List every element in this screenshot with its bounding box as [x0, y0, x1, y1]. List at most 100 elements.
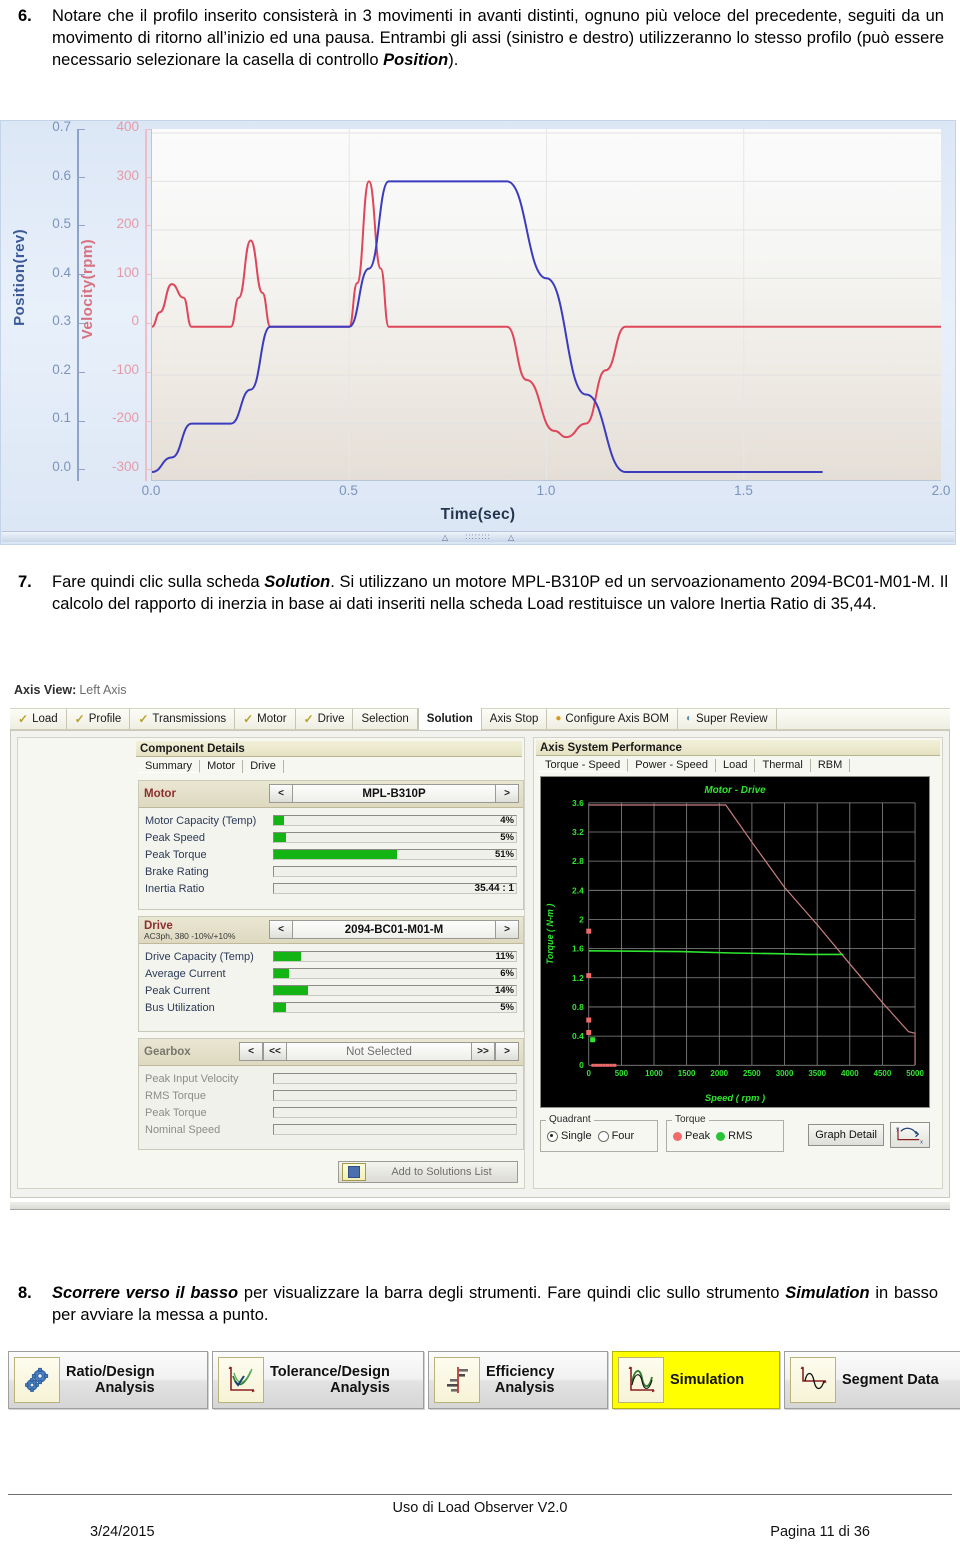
step-text: Scorrere verso il basso per visualizzare… [52, 1283, 938, 1327]
tab-transmissions[interactable]: ✓ Transmissions [130, 709, 236, 729]
svg-text:3.2: 3.2 [572, 827, 584, 837]
ts-marker-peak [598, 1063, 603, 1067]
step-text: Notare che il profilo inserito consister… [52, 6, 944, 72]
peak-torque-bar: 51% [273, 849, 517, 860]
row-label: Brake Rating [145, 865, 209, 878]
row-label: Nominal Speed [145, 1123, 221, 1136]
check-icon: ✓ [74, 712, 85, 726]
ts-marker-peak [586, 1017, 592, 1023]
motor-group-header: Motor < MPL-B310P > [139, 781, 523, 808]
tool-efficiency-analysis[interactable]: Efficiency Analysis [428, 1351, 608, 1409]
velocity-axis-line [145, 129, 153, 481]
motor-selected-value[interactable]: MPL-B310P [293, 784, 495, 803]
segment-icon [790, 1357, 836, 1403]
subtab-rbm[interactable]: RBM [811, 759, 851, 772]
radio-quadrant-four[interactable]: Four [597, 1130, 635, 1142]
add-to-solutions-list-button[interactable]: Add to Solutions List [338, 1161, 518, 1183]
figure-splitter-bar[interactable]: △ :::::::: △ [2, 531, 954, 542]
motor-next-button[interactable]: > [495, 784, 519, 803]
drive-prev-button[interactable]: < [269, 920, 293, 939]
tool-ratio-design-analysis[interactable]: Ratio/Design Analysis [8, 1351, 208, 1409]
motor-row: Brake Rating [145, 863, 517, 880]
row-value: 6% [500, 968, 514, 979]
tab-solution[interactable]: Solution [417, 708, 482, 730]
instruction-step-6: 6. Notare che il profilo inserito consis… [18, 6, 944, 72]
graph-detail-button[interactable]: Graph Detail [808, 1124, 884, 1146]
tab-drive[interactable]: ✓ Drive [296, 709, 354, 729]
subtab-drive[interactable]: Drive [243, 760, 284, 773]
gearbox-first-button[interactable]: << [263, 1042, 287, 1061]
torque-speed-chart: Motor - Drive 0 0.4 0.8 1.2 1.6 2 2.4 2.8 3.2 3.6 0… [540, 776, 930, 1108]
time-tick: 0.0 [141, 483, 161, 498]
gearbox-selected-value[interactable]: Not Selected [287, 1042, 471, 1061]
tab-profile[interactable]: ✓ Profile [67, 709, 131, 729]
legend-peak: Peak [673, 1130, 710, 1142]
axis-view-label: Axis View: Left Axis [14, 683, 127, 697]
drive-selected-value[interactable]: 2094-BC01-M01-M [293, 920, 495, 939]
tab-motor[interactable]: ✓ Motor [235, 709, 296, 729]
position-axis-ticks: 0.7 0.6 0.5 0.4 0.3 0.2 0.1 0.0 [29, 119, 71, 509]
motor-row: Peak Torque 51% [145, 846, 517, 863]
subtab-power-speed[interactable]: Power - Speed [628, 759, 716, 772]
gearbox-rows: Peak Input Velocity RMS Torque Peak Torq… [139, 1066, 523, 1143]
radio-quadrant-single[interactable]: Single [547, 1130, 592, 1142]
pos-tick: 0.3 [52, 313, 71, 328]
row-label: Inertia Ratio [145, 882, 205, 895]
step6-text-part-2: ). [448, 50, 459, 69]
subtab-torque-speed[interactable]: Torque - Speed [538, 759, 629, 772]
footer-divider [8, 1494, 952, 1495]
gearbox-last-button[interactable]: >> [471, 1042, 495, 1061]
splitter-right-arrow-icon: △ [508, 533, 515, 542]
step8-keyword-scroll: Scorrere verso il basso [52, 1284, 239, 1302]
position-axis-line [77, 129, 85, 481]
drive-next-button[interactable]: > [495, 920, 519, 939]
motor-prev-button[interactable]: < [269, 784, 293, 803]
vel-tick: 400 [116, 119, 139, 134]
radio-label: Four [611, 1130, 635, 1142]
row-value: 51% [494, 849, 514, 860]
tab-axis-stop[interactable]: Axis Stop [482, 709, 548, 729]
rms-torque-bar [273, 1090, 517, 1101]
subtab-motor[interactable]: Motor [200, 760, 244, 773]
tab-super-review[interactable]: ◐ Super Review [678, 709, 777, 729]
subtab-load[interactable]: Load [716, 759, 756, 772]
brake-rating-bar [273, 866, 517, 877]
svg-text:0: 0 [587, 1069, 592, 1078]
peak-dot-icon [673, 1131, 682, 1141]
gearbox-group-header: Gearbox < << Not Selected >> > [139, 1039, 523, 1066]
drive-row: Drive Capacity (Temp) 11% [145, 948, 517, 965]
pos-tick: 0.7 [52, 119, 71, 134]
gearbox-row: RMS Torque [145, 1087, 517, 1104]
ts-marker-peak [586, 928, 592, 934]
subtab-summary[interactable]: Summary [138, 760, 201, 773]
tool-tolerance-design-analysis[interactable]: Tolerance/Design Analysis [212, 1351, 424, 1409]
tab-label: Axis Stop [489, 713, 539, 725]
gears-icon [14, 1357, 60, 1403]
drive-group-title: Drive AC3ph, 380 -10%/+10% [139, 920, 235, 941]
time-axis-label: Time(sec) [440, 506, 516, 523]
tab-label: Drive [317, 713, 345, 725]
torque-legend-fieldset: Torque Peak RMS [666, 1114, 784, 1152]
tab-selection[interactable]: Selection [353, 709, 418, 729]
gearbox-next-button[interactable]: > [495, 1042, 519, 1061]
svg-text:4000: 4000 [841, 1069, 859, 1078]
legend-rms: RMS [716, 1130, 753, 1142]
tab-configure-axis-bom[interactable]: ● Configure Axis BOM [547, 709, 678, 729]
velocity-axis-ticks: 400 300 200 100 0 -100 -200 -300 [97, 119, 139, 509]
ts-marker-peak [586, 1029, 592, 1035]
tool-simulation[interactable]: Simulation [612, 1351, 780, 1409]
axis-zoom-tool-button[interactable]: y x [890, 1122, 930, 1148]
tab-load[interactable]: ✓ Load [10, 709, 67, 729]
curve-chart-icon [218, 1357, 264, 1403]
gearbox-prev-button[interactable]: < [239, 1042, 263, 1061]
tool-segment-data[interactable]: Segment Data [784, 1351, 960, 1409]
ts-marker-peak [602, 1063, 606, 1067]
ts-marker-peak [609, 1063, 613, 1067]
footer-page-number: Pagina 11 di 36 [770, 1524, 870, 1540]
row-label: Drive Capacity (Temp) [145, 950, 254, 963]
save-icon [342, 1163, 366, 1181]
ts-marker-peak [605, 1063, 610, 1067]
step-text: Fare quindi clic sulla scheda Solution. … [52, 572, 948, 616]
subtab-thermal[interactable]: Thermal [755, 759, 811, 772]
svg-text:2.4: 2.4 [572, 885, 584, 895]
